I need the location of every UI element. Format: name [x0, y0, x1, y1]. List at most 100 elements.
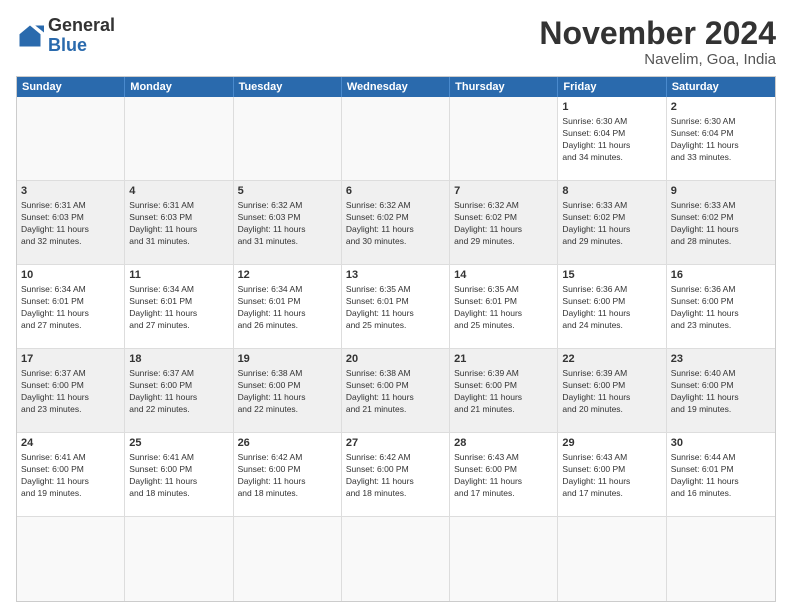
calendar-cell: 18Sunrise: 6:37 AM Sunset: 6:00 PM Dayli… — [125, 349, 233, 432]
calendar-cell: 15Sunrise: 6:36 AM Sunset: 6:00 PM Dayli… — [558, 265, 666, 348]
calendar-cell: 19Sunrise: 6:38 AM Sunset: 6:00 PM Dayli… — [234, 349, 342, 432]
cell-info: Sunrise: 6:32 AM Sunset: 6:03 PM Dayligh… — [238, 200, 337, 248]
calendar-row: 24Sunrise: 6:41 AM Sunset: 6:00 PM Dayli… — [17, 433, 775, 517]
calendar-cell: 13Sunrise: 6:35 AM Sunset: 6:01 PM Dayli… — [342, 265, 450, 348]
calendar-cell — [125, 97, 233, 180]
day-number: 22 — [562, 352, 661, 367]
day-number: 4 — [129, 184, 228, 199]
calendar-cell: 25Sunrise: 6:41 AM Sunset: 6:00 PM Dayli… — [125, 433, 233, 516]
calendar-cell: 29Sunrise: 6:43 AM Sunset: 6:00 PM Dayli… — [558, 433, 666, 516]
calendar-cell: 21Sunrise: 6:39 AM Sunset: 6:00 PM Dayli… — [450, 349, 558, 432]
cell-info: Sunrise: 6:39 AM Sunset: 6:00 PM Dayligh… — [562, 368, 661, 416]
day-number: 17 — [21, 352, 120, 367]
day-number: 23 — [671, 352, 771, 367]
day-number: 7 — [454, 184, 553, 199]
calendar-cell — [450, 97, 558, 180]
calendar-body: 1 Sunrise: 6:30 AM Sunset: 6:04 PM Daylig… — [17, 97, 775, 601]
weekday-header: Monday — [125, 77, 233, 97]
weekday-header: Sunday — [17, 77, 125, 97]
page: General Blue November 2024 Navelim, Goa,… — [0, 0, 792, 612]
day-number: 28 — [454, 436, 553, 451]
calendar-cell — [234, 97, 342, 180]
cell-info: Sunrise: 6:34 AM Sunset: 6:01 PM Dayligh… — [21, 284, 120, 332]
calendar-row: 17Sunrise: 6:37 AM Sunset: 6:00 PM Dayli… — [17, 349, 775, 433]
calendar-cell — [558, 517, 666, 601]
cell-info: Sunrise: 6:34 AM Sunset: 6:01 PM Dayligh… — [238, 284, 337, 332]
logo-icon — [16, 22, 44, 50]
cell-info: Sunrise: 6:34 AM Sunset: 6:01 PM Dayligh… — [129, 284, 228, 332]
day-number: 29 — [562, 436, 661, 451]
day-number: 12 — [238, 268, 337, 283]
cell-info: Sunrise: 6:37 AM Sunset: 6:00 PM Dayligh… — [21, 368, 120, 416]
calendar-cell: 20Sunrise: 6:38 AM Sunset: 6:00 PM Dayli… — [342, 349, 450, 432]
day-number: 25 — [129, 436, 228, 451]
month-title: November 2024 — [539, 16, 776, 51]
calendar-cell — [450, 517, 558, 601]
calendar-cell: 5Sunrise: 6:32 AM Sunset: 6:03 PM Daylig… — [234, 181, 342, 264]
logo-text: General Blue — [48, 16, 115, 56]
cell-info: Sunrise: 6:37 AM Sunset: 6:00 PM Dayligh… — [129, 368, 228, 416]
calendar-cell: 12Sunrise: 6:34 AM Sunset: 6:01 PM Dayli… — [234, 265, 342, 348]
cell-info: Sunrise: 6:30 AM Sunset: 6:04 PM Dayligh… — [671, 116, 771, 164]
calendar-cell: 4Sunrise: 6:31 AM Sunset: 6:03 PM Daylig… — [125, 181, 233, 264]
calendar-cell: 22Sunrise: 6:39 AM Sunset: 6:00 PM Dayli… — [558, 349, 666, 432]
calendar-cell: 23Sunrise: 6:40 AM Sunset: 6:00 PM Dayli… — [667, 349, 775, 432]
day-number: 27 — [346, 436, 445, 451]
weekday-header: Thursday — [450, 77, 558, 97]
weekday-header: Saturday — [667, 77, 775, 97]
location: Navelim, Goa, India — [539, 51, 776, 68]
cell-info: Sunrise: 6:35 AM Sunset: 6:01 PM Dayligh… — [346, 284, 445, 332]
calendar-cell: 28Sunrise: 6:43 AM Sunset: 6:00 PM Dayli… — [450, 433, 558, 516]
cell-info: Sunrise: 6:43 AM Sunset: 6:00 PM Dayligh… — [562, 452, 661, 500]
day-number: 8 — [562, 184, 661, 199]
cell-info: Sunrise: 6:31 AM Sunset: 6:03 PM Dayligh… — [21, 200, 120, 248]
calendar-cell: 6Sunrise: 6:32 AM Sunset: 6:02 PM Daylig… — [342, 181, 450, 264]
day-number: 5 — [238, 184, 337, 199]
cell-info: Sunrise: 6:39 AM Sunset: 6:00 PM Dayligh… — [454, 368, 553, 416]
calendar-cell — [125, 517, 233, 601]
calendar-cell — [342, 517, 450, 601]
cell-info: Sunrise: 6:36 AM Sunset: 6:00 PM Dayligh… — [671, 284, 771, 332]
calendar-cell: 10Sunrise: 6:34 AM Sunset: 6:01 PM Dayli… — [17, 265, 125, 348]
calendar-cell: 14Sunrise: 6:35 AM Sunset: 6:01 PM Dayli… — [450, 265, 558, 348]
cell-info: Sunrise: 6:36 AM Sunset: 6:00 PM Dayligh… — [562, 284, 661, 332]
calendar-cell — [342, 97, 450, 180]
day-number: 16 — [671, 268, 771, 283]
day-number: 15 — [562, 268, 661, 283]
day-number: 14 — [454, 268, 553, 283]
day-number: 18 — [129, 352, 228, 367]
cell-info: Sunrise: 6:42 AM Sunset: 6:00 PM Dayligh… — [238, 452, 337, 500]
title-block: November 2024 Navelim, Goa, India — [539, 16, 776, 68]
calendar-cell: 17Sunrise: 6:37 AM Sunset: 6:00 PM Dayli… — [17, 349, 125, 432]
calendar-row: 1 Sunrise: 6:30 AM Sunset: 6:04 PM Daylig… — [17, 97, 775, 181]
calendar-cell: 9Sunrise: 6:33 AM Sunset: 6:02 PM Daylig… — [667, 181, 775, 264]
day-number: 2 — [671, 100, 771, 115]
calendar-cell — [17, 97, 125, 180]
logo-general: General — [48, 15, 115, 35]
cell-info: Sunrise: 6:38 AM Sunset: 6:00 PM Dayligh… — [346, 368, 445, 416]
cell-info: Sunrise: 6:38 AM Sunset: 6:00 PM Dayligh… — [238, 368, 337, 416]
calendar: SundayMondayTuesdayWednesdayThursdayFrid… — [16, 76, 776, 602]
day-number: 24 — [21, 436, 120, 451]
weekday-header: Tuesday — [234, 77, 342, 97]
cell-info: Sunrise: 6:35 AM Sunset: 6:01 PM Dayligh… — [454, 284, 553, 332]
calendar-cell: 26Sunrise: 6:42 AM Sunset: 6:00 PM Dayli… — [234, 433, 342, 516]
calendar-row: 10Sunrise: 6:34 AM Sunset: 6:01 PM Dayli… — [17, 265, 775, 349]
cell-info: Sunrise: 6:33 AM Sunset: 6:02 PM Dayligh… — [671, 200, 771, 248]
day-number: 30 — [671, 436, 771, 451]
calendar-cell: 8Sunrise: 6:33 AM Sunset: 6:02 PM Daylig… — [558, 181, 666, 264]
calendar-cell: 11Sunrise: 6:34 AM Sunset: 6:01 PM Dayli… — [125, 265, 233, 348]
logo: General Blue — [16, 16, 115, 56]
day-number: 13 — [346, 268, 445, 283]
cell-info: Sunrise: 6:42 AM Sunset: 6:00 PM Dayligh… — [346, 452, 445, 500]
day-number: 1 — [562, 100, 661, 115]
calendar-cell: 24Sunrise: 6:41 AM Sunset: 6:00 PM Dayli… — [17, 433, 125, 516]
calendar-row — [17, 517, 775, 601]
calendar-cell — [667, 517, 775, 601]
calendar-cell: 27Sunrise: 6:42 AM Sunset: 6:00 PM Dayli… — [342, 433, 450, 516]
calendar-cell — [17, 517, 125, 601]
day-number: 9 — [671, 184, 771, 199]
calendar-cell: 16Sunrise: 6:36 AM Sunset: 6:00 PM Dayli… — [667, 265, 775, 348]
cell-info: Sunrise: 6:41 AM Sunset: 6:00 PM Dayligh… — [21, 452, 120, 500]
day-number: 10 — [21, 268, 120, 283]
